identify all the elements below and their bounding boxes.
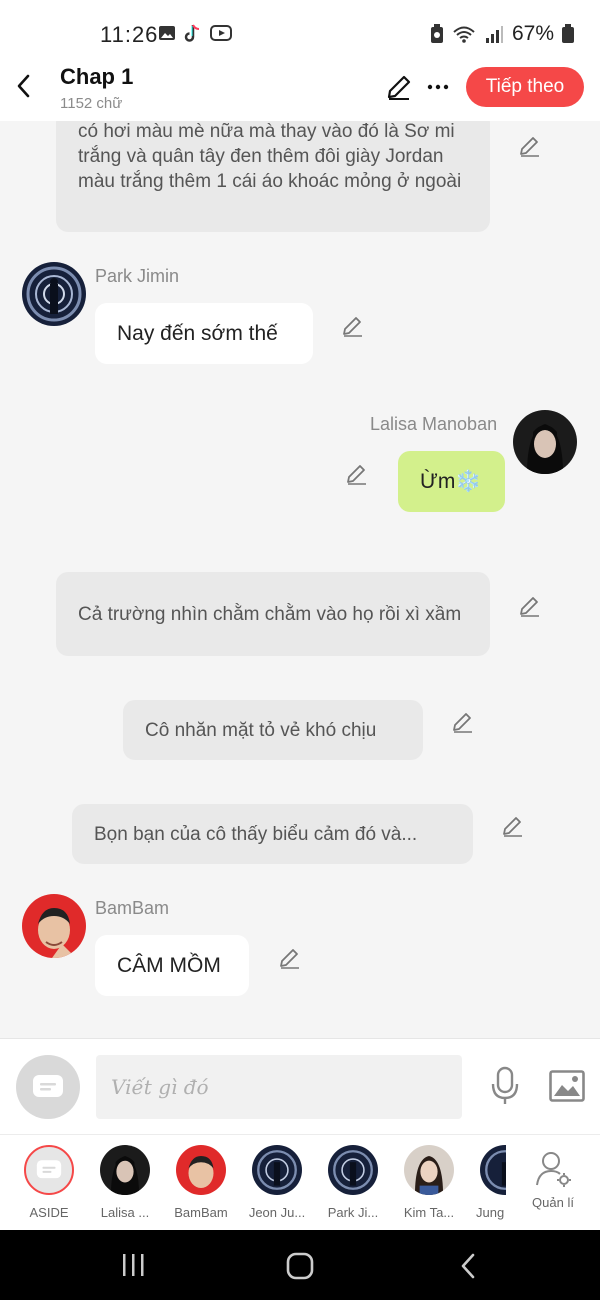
edit-pencil-icon[interactable] <box>451 710 475 734</box>
next-button[interactable]: Tiếp theo <box>466 67 584 107</box>
avatar-park-jimin[interactable] <box>22 262 86 326</box>
narration-bubble[interactable]: Cô nhăn mặt tỏ vẻ khó chịu <box>123 700 423 760</box>
back-icon[interactable] <box>12 71 36 101</box>
edit-pencil-icon[interactable] <box>518 134 542 158</box>
character-bambam[interactable]: BamBam <box>166 1145 236 1220</box>
avatar-bambam[interactable] <box>22 894 86 958</box>
message-text: Ừm❄️ <box>420 470 482 493</box>
edit-pencil-icon[interactable] <box>345 462 369 486</box>
message-bubble[interactable]: Ừm❄️ <box>398 451 505 512</box>
message-text: CÂM MỒM <box>117 954 221 977</box>
word-count: 1152 chữ <box>60 95 123 112</box>
character-jeon[interactable]: Jeon Ju... <box>242 1145 312 1220</box>
character-label: Jeon Ju... <box>248 1205 306 1220</box>
system-nav-bar <box>0 1230 600 1300</box>
gallery-icon <box>159 26 175 40</box>
manage-characters[interactable]: Quản lí <box>518 1145 588 1210</box>
narration-text: Cô nhăn mặt tỏ vẻ khó chịu <box>145 719 377 741</box>
battery-level: 67% <box>511 22 554 45</box>
chapter-title: Chap 1 <box>60 64 134 89</box>
character-label: ASIDE <box>29 1205 69 1220</box>
narration-bubble[interactable]: Bọn bạn của cô thấy biểu cảm đó và... <box>72 804 473 864</box>
battery-icon <box>562 24 574 43</box>
image-icon[interactable] <box>549 1070 585 1102</box>
avatar-lalisa[interactable] <box>513 410 577 474</box>
battery-saver-icon <box>430 24 443 43</box>
character-park[interactable]: Park Ji... <box>318 1145 388 1220</box>
message-bubble[interactable]: Nay đến sớm thế <box>95 303 313 364</box>
edit-pencil-icon[interactable] <box>278 946 302 970</box>
message-input[interactable] <box>96 1055 462 1119</box>
wifi-icon <box>453 26 475 43</box>
narration-text: Cả trường nhìn chằm chằm vào họ rồi xì x… <box>78 603 462 625</box>
aside-icon <box>36 1160 62 1179</box>
youtube-icon <box>210 25 232 41</box>
more-icon[interactable] <box>427 73 449 101</box>
manage-user-icon <box>536 1152 571 1187</box>
app-header: Chap 1 1152 chữ Tiếp theo <box>0 55 600 121</box>
character-label: Quản lí <box>532 1195 574 1210</box>
character-kim[interactable]: Kim Ta... <box>394 1145 464 1220</box>
character-label: BamBam <box>174 1205 228 1220</box>
composer-bar <box>0 1038 600 1134</box>
signal-icon <box>485 26 503 43</box>
character-label: Kim Ta... <box>403 1205 455 1220</box>
aside-icon <box>33 1075 63 1097</box>
microphone-icon[interactable] <box>490 1066 520 1106</box>
message-bubble[interactable]: CÂM MỒM <box>95 935 249 996</box>
narration-bubble[interactable]: Cả trường nhìn chằm chằm vào họ rồi xì x… <box>56 572 490 656</box>
narration-text: Bọn bạn của cô thấy biểu cảm đó và... <box>94 823 418 845</box>
character-name: Lalisa Manoban <box>370 414 498 434</box>
character-aside[interactable]: ASIDE <box>14 1145 84 1220</box>
narration-text: có hơi màu mè nữa mà thay vào đó là Sơ m… <box>78 121 462 192</box>
edit-pencil-icon[interactable] <box>501 814 525 838</box>
character-label: Park Ji... <box>327 1205 379 1220</box>
tiktok-icon <box>184 24 200 42</box>
status-bar: 11:26 67% <box>0 0 600 62</box>
character-jung[interactable]: Jung <box>470 1145 506 1220</box>
character-name: Park Jimin <box>95 266 180 286</box>
character-lalisa[interactable]: Lalisa ... <box>90 1145 160 1220</box>
message-text: Nay đến sớm thế <box>117 322 278 345</box>
chat-area[interactable]: có hơi màu mè nữa mà thay vào đó là Sơ m… <box>0 121 600 1038</box>
character-label: Jung <box>476 1205 505 1220</box>
recent-apps-icon[interactable] <box>120 1252 146 1278</box>
system-back-icon[interactable] <box>458 1252 478 1280</box>
edit-pencil-icon[interactable] <box>341 314 365 338</box>
character-name: BamBam <box>95 898 170 918</box>
edit-pencil-icon[interactable] <box>518 594 542 618</box>
character-bar: ASIDE Lalisa ... BamBam Jeon Ju... Park … <box>0 1134 600 1230</box>
narration-bubble[interactable]: có hơi màu mè nữa mà thay vào đó là Sơ m… <box>56 121 490 232</box>
character-label: Lalisa ... <box>100 1205 150 1220</box>
edit-icon[interactable] <box>385 73 413 101</box>
home-icon[interactable] <box>286 1252 314 1280</box>
status-time: 11:26 <box>100 22 159 47</box>
aside-button[interactable] <box>16 1055 80 1119</box>
